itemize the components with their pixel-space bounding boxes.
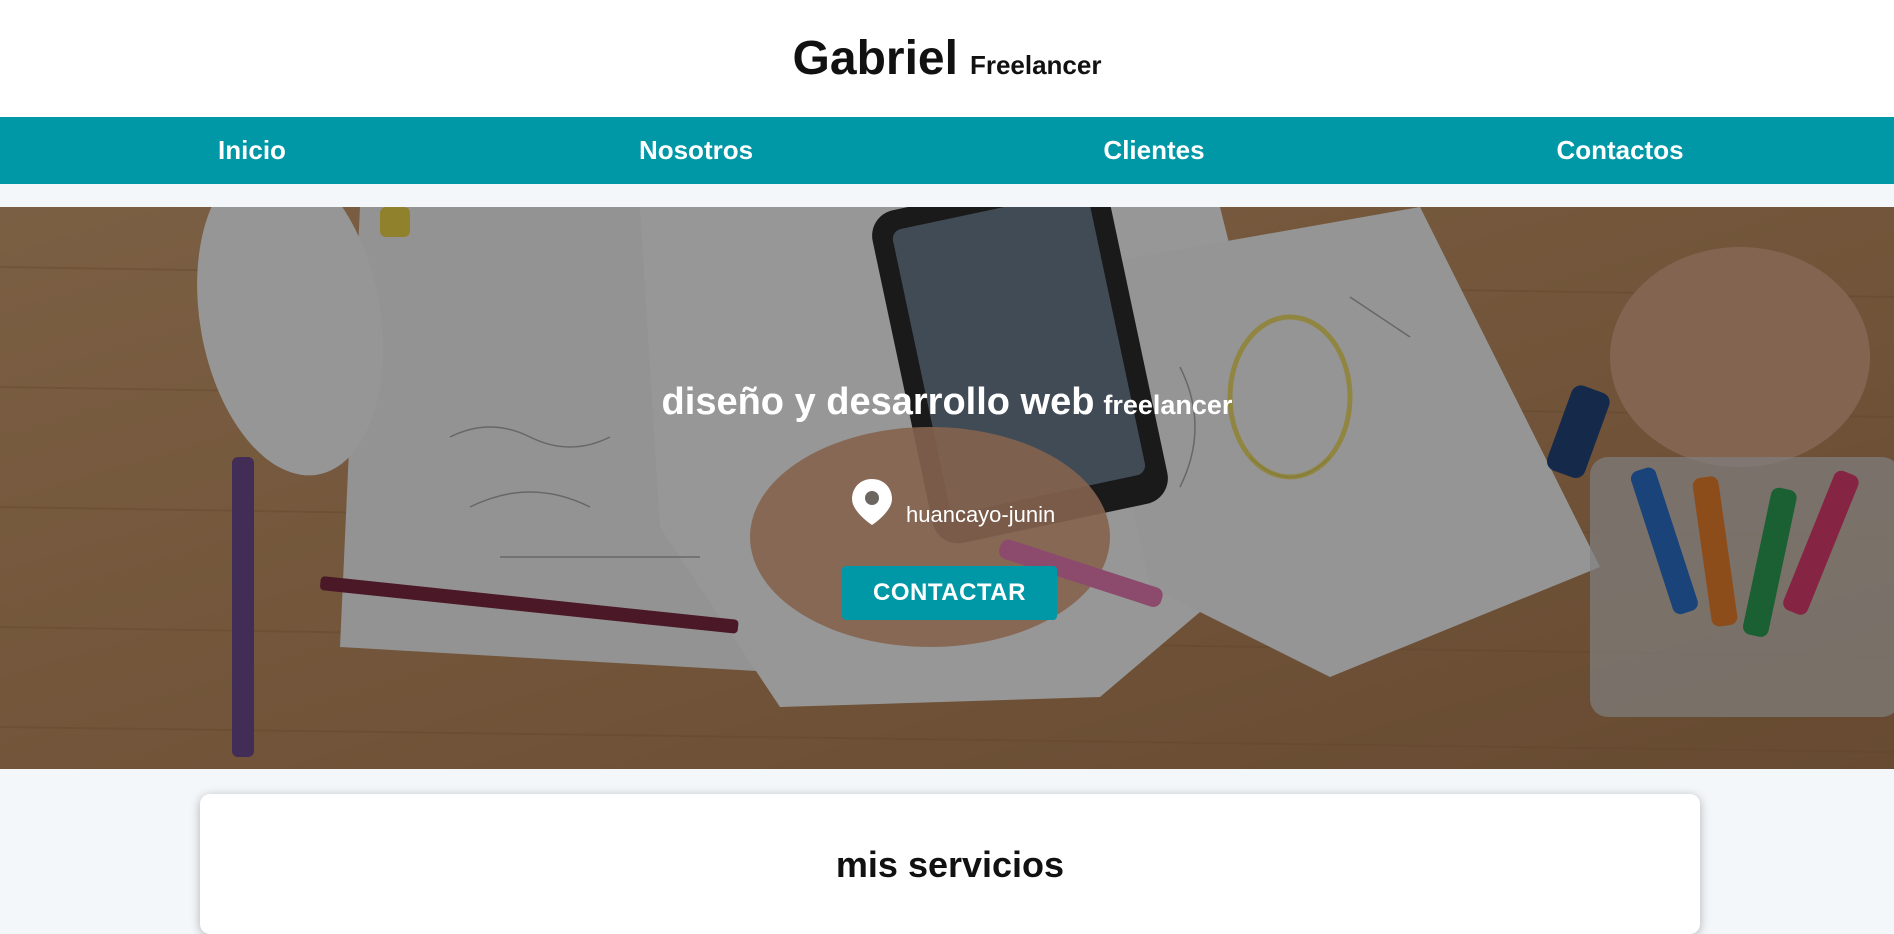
hero-banner: diseño y desarrollo web freelancer huanc… (0, 207, 1894, 769)
services-title: mis servicios (835, 844, 1065, 885)
nav-item-inicio[interactable]: Inicio (218, 135, 286, 166)
services-card: mis servicios (200, 794, 1700, 934)
contact-button[interactable]: CONTACTAR (842, 566, 1057, 620)
logo-name: Gabriel (792, 32, 958, 85)
site-header: Gabriel Freelancer (0, 0, 1894, 117)
location: huancayo-junin (850, 477, 1055, 532)
nav-item-contactos[interactable]: Contactos (1556, 135, 1683, 166)
map-pin-icon (850, 477, 894, 532)
nav-item-clientes[interactable]: Clientes (1103, 135, 1204, 166)
hero-title: diseño y desarrollo web freelancer (0, 381, 1894, 424)
location-text: huancayo-junin (906, 502, 1056, 527)
main-nav: Inicio Nosotros Clientes Contactos (0, 117, 1894, 184)
hero-title-sub: freelancer (1103, 390, 1233, 420)
logo-tagline: Freelancer (969, 50, 1102, 80)
logo[interactable]: Gabriel Freelancer (793, 31, 1102, 86)
hero-title-main: diseño y desarrollo web (661, 381, 1095, 423)
nav-item-nosotros[interactable]: Nosotros (639, 135, 753, 166)
